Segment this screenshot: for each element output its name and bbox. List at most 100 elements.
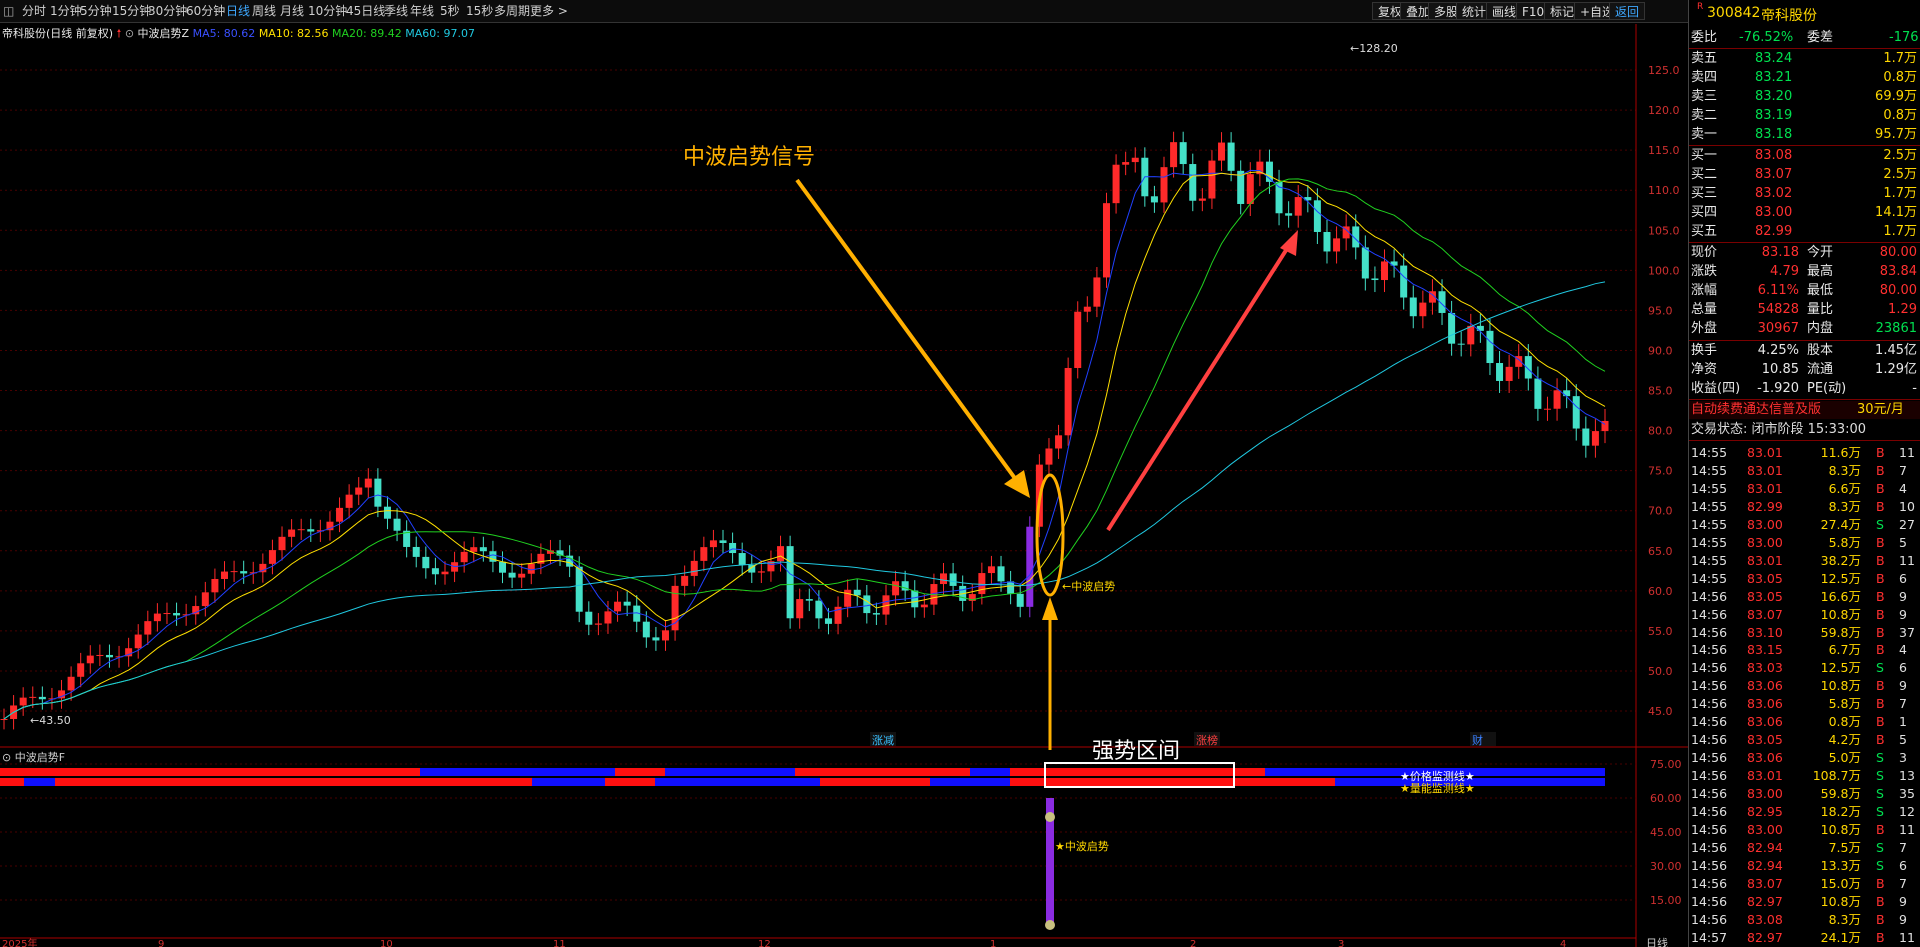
- ask-row: 卖三 83.20 69.9万: [1689, 88, 1920, 106]
- ask-label: 卖一: [1691, 127, 1718, 142]
- period-tab[interactable]: 季线: [384, 2, 408, 20]
- stat-value: 23861: [1875, 321, 1917, 336]
- tick-price: 83.05: [1747, 732, 1783, 748]
- bid-vol: 2.5万: [1883, 167, 1917, 182]
- candle-body: [441, 571, 449, 575]
- bid-price: 83.07: [1755, 167, 1793, 182]
- ask-price: 83.24: [1755, 51, 1793, 66]
- tick-volume: 59.8万: [1820, 624, 1861, 640]
- tick-time: 14:55: [1691, 570, 1728, 586]
- period-tab[interactable]: 15分钟: [112, 2, 151, 20]
- bid-price: 82.99: [1755, 224, 1793, 239]
- signal-dot: [1045, 920, 1055, 930]
- candle-body: [460, 551, 468, 563]
- period-tab[interactable]: 5分钟: [80, 2, 112, 20]
- stat-row: 涨跌 4.79 最高 83.84: [1689, 263, 1920, 281]
- period-tab[interactable]: 45日线: [346, 2, 385, 20]
- price-band: [1010, 768, 1265, 776]
- tick-time: 14:55: [1691, 516, 1728, 532]
- x-tick: 2: [1190, 939, 1196, 947]
- ad-price[interactable]: 30元/月: [1857, 401, 1904, 419]
- price-tick: 80.0: [1648, 425, 1673, 438]
- period-tab[interactable]: 1分钟: [50, 2, 82, 20]
- candle-body: [1170, 142, 1178, 168]
- period-tab[interactable]: 更多 >: [530, 2, 568, 20]
- chart-title: 帝科股份(日线 前复权): [2, 27, 114, 40]
- candle-body: [1467, 325, 1475, 345]
- tool-button[interactable]: 返回: [1609, 2, 1646, 20]
- tick-volume: 5.8万: [1828, 534, 1861, 550]
- ad-banner[interactable]: 自动续费通达信普及版 30元/月: [1689, 401, 1920, 419]
- period-tab[interactable]: 5秒: [440, 2, 460, 20]
- candle-body: [297, 529, 305, 531]
- stat-value: 80.00: [1879, 245, 1917, 260]
- ask-price: 83.19: [1755, 108, 1793, 123]
- ad-text[interactable]: 自动续费通达信普及版: [1691, 401, 1821, 419]
- stat-label: 净资: [1691, 362, 1718, 377]
- tick-price: 83.15: [1747, 642, 1783, 658]
- sub-tick: 75.00: [1650, 758, 1682, 771]
- period-tab[interactable]: 30分钟: [148, 2, 187, 20]
- period-tab[interactable]: 10分钟: [308, 2, 347, 20]
- price-tick: 60.0: [1648, 585, 1673, 598]
- tick-side: B: [1876, 498, 1885, 514]
- menu-square-icon[interactable]: ◫: [3, 2, 14, 20]
- candle-body: [96, 654, 104, 656]
- stat-value: 54828: [1757, 302, 1799, 317]
- candle-body: [1179, 142, 1187, 165]
- candle-body: [786, 546, 794, 619]
- period-tab[interactable]: 60分钟: [186, 2, 225, 20]
- candle-body: [0, 719, 8, 721]
- tick-time: 14:57: [1691, 929, 1728, 945]
- period-tab[interactable]: 日线: [226, 2, 250, 20]
- tick-row: 14:55 83.01 6.6万 B 4: [1689, 479, 1920, 498]
- candle-body: [824, 618, 832, 624]
- divider: [1689, 48, 1920, 49]
- candle-body: [211, 578, 219, 593]
- collapse-icon[interactable]: ⊙: [2, 751, 11, 764]
- tick-count: 6: [1899, 857, 1907, 873]
- tick-count: 4: [1899, 642, 1907, 658]
- tick-price: 83.06: [1747, 714, 1783, 730]
- tick-count: 11: [1899, 929, 1915, 945]
- ask-label: 卖二: [1691, 108, 1718, 123]
- stat-label: 收益(四): [1691, 381, 1741, 396]
- kline-chart[interactable]: 125.0 120.0 115.0 110.0 105.0 100.0 95.0 90.0 85…: [0, 22, 1688, 947]
- indicator-name[interactable]: 中波启势Z: [138, 27, 190, 40]
- period-tab[interactable]: 多周期: [494, 2, 530, 20]
- tick-volume: 108.7万: [1812, 768, 1861, 784]
- tick-time: 14:55: [1691, 462, 1728, 478]
- period-tab[interactable]: 15秒: [466, 2, 493, 20]
- period-tab[interactable]: 周线: [252, 2, 276, 20]
- tick-price: 83.03: [1747, 660, 1783, 676]
- tick-time: 14:56: [1691, 624, 1728, 640]
- candle-body: [853, 589, 861, 596]
- candle-body: [1323, 231, 1331, 252]
- bid-vol: 2.5万: [1883, 148, 1917, 163]
- candle-body: [987, 566, 995, 574]
- stat-label: 股本: [1807, 343, 1834, 358]
- stat-row: 净资 10.85 流通 1.29亿: [1689, 361, 1920, 379]
- tick-count: 9: [1899, 588, 1907, 604]
- bid-vol: 14.1万: [1875, 205, 1917, 220]
- tick-row: 14:56 83.01 108.7万 S 13: [1689, 766, 1920, 785]
- period-tab[interactable]: 年线: [410, 2, 434, 20]
- candle-body: [719, 540, 727, 543]
- candle-body: [86, 655, 94, 664]
- ask-row: 卖二 83.19 0.8万: [1689, 107, 1920, 125]
- tick-volume: 27.4万: [1820, 516, 1861, 532]
- stat-value: 10.85: [1761, 362, 1799, 377]
- candle-body: [1246, 174, 1254, 204]
- candle-body: [220, 571, 228, 579]
- period-tab[interactable]: 分时: [22, 2, 46, 20]
- tick-side: B: [1876, 893, 1885, 909]
- ask-price: 83.21: [1755, 70, 1793, 85]
- sub-chart-title[interactable]: 中波启势F: [15, 751, 65, 764]
- price-tick: 50.0: [1648, 665, 1673, 678]
- stat-row: 涨幅 6.11% 最低 80.00: [1689, 282, 1920, 300]
- ask-row: 卖一 83.18 95.7万: [1689, 126, 1920, 144]
- collapse-icon[interactable]: ⊙: [125, 27, 134, 40]
- period-tab[interactable]: 月线: [280, 2, 304, 20]
- candle-body: [1419, 302, 1427, 317]
- candle-body: [1572, 396, 1580, 429]
